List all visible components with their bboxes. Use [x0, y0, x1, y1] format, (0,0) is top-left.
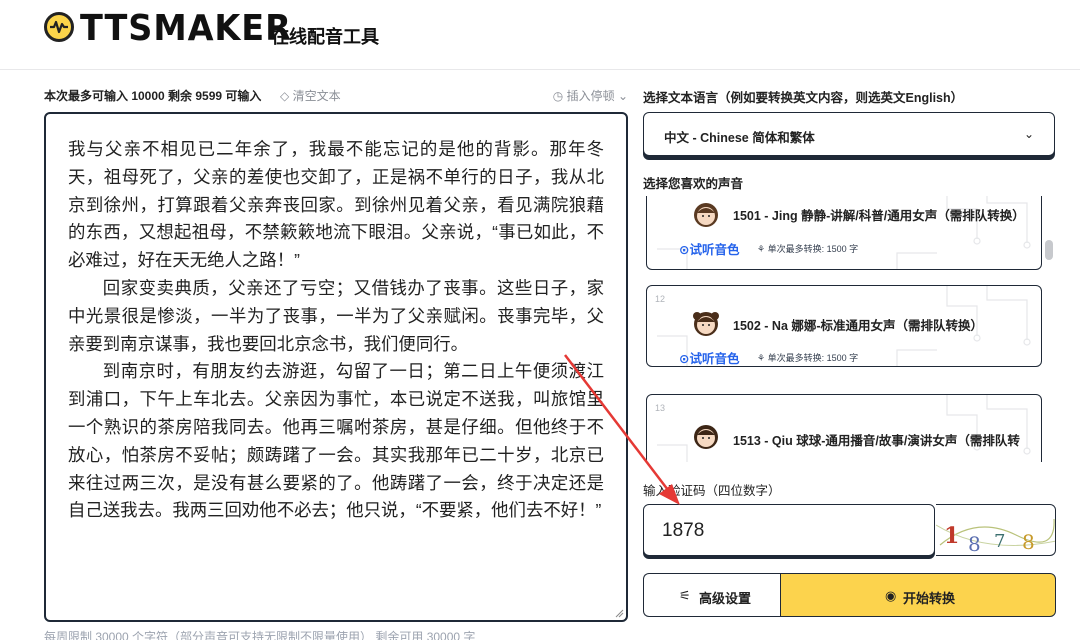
scrollbar-thumb[interactable]	[1045, 240, 1053, 260]
text-input-area[interactable]: 我与父亲不相见已二年余了，我最不能忘记的是他的背影。那年冬天，祖母死了，父亲的差…	[44, 112, 628, 622]
play-circle-icon: ◉	[885, 588, 897, 603]
chevron-down-icon: ⌄	[1023, 127, 1034, 141]
listen-button[interactable]: ⊙试听音色	[679, 239, 740, 258]
captcha-image[interactable]: 1 8 7 8	[936, 504, 1056, 556]
voice-limit: ⚘ 单次最多转换: 1500 字	[757, 244, 859, 254]
insert-pause-button[interactable]: ◷ 插入停顿 ⌄	[553, 87, 628, 104]
clear-text-label: 清空文本	[292, 89, 341, 103]
usage-note: 每周限制 30000 个字符（部分声音可支持无限制不限量使用） 剩余可用 300…	[44, 630, 476, 640]
listen-label: 试听音色	[689, 352, 740, 366]
eraser-icon: ◇	[280, 89, 290, 103]
app-header: TTSMAKER 在线配音工具	[0, 0, 1080, 70]
listen-label: 试听音色	[689, 243, 740, 257]
language-selected-value: 中文 - Chinese 简体和繁体	[664, 131, 815, 145]
play-circle-icon: ⊙	[679, 243, 690, 257]
char-counter: 本次最多可输入 10000 剩余 9599 可输入	[44, 89, 262, 103]
text-paragraph: 到南京时，有朋友约去游逛，勾留了一日；第二日上午便须渡江到浦口，下午上车北去。父…	[68, 361, 604, 521]
voice-card[interactable]: 12 1502 - Na 娜娜-标准通用女声（需排队转换） ⊙试听音色 ⚘ 单次…	[646, 285, 1042, 367]
logo-subtitle: 在线配音工具	[271, 27, 379, 47]
clock-icon: ◷	[552, 89, 564, 103]
logo-waveform-icon[interactable]	[44, 12, 74, 42]
logo-text[interactable]: TTSMAKER	[80, 8, 292, 49]
female-avatar-icon	[694, 203, 718, 227]
voice-label: 选择您喜欢的声音	[643, 177, 744, 191]
advanced-settings-button[interactable]: ⚟ 高级设置	[643, 573, 780, 617]
voice-limit-text: 单次最多转换: 1500 字	[767, 353, 859, 363]
female-avatar-icon	[694, 425, 718, 449]
voice-limit: ⚘ 单次最多转换: 1500 字	[757, 353, 859, 363]
editor-toolbar: 本次最多可输入 10000 剩余 9599 可输入 ◇ 清空文本 ◷ 插入停顿 …	[44, 87, 628, 103]
insert-pause-label: 插入停顿	[566, 89, 615, 103]
text-paragraph: 回家变卖典质，父亲还了亏空；又借钱办了丧事。这些日子，家中光景很是惨淡，一半为了…	[68, 277, 604, 354]
chevron-down-icon: ⌄	[617, 89, 628, 103]
svg-text:8: 8	[1022, 530, 1035, 554]
captcha-input[interactable]: 1878	[643, 504, 935, 556]
language-label: 选择文本语言（例如要转换英文内容，则选英文English）	[643, 91, 964, 105]
resize-handle-icon[interactable]	[614, 608, 624, 618]
voice-index: 13	[655, 403, 666, 413]
text-paragraph: 我与父亲不相见已二年余了，我最不能忘记的是他的背影。那年冬天，祖母死了，父亲的差…	[68, 139, 604, 271]
voice-name: 1502 - Na 娜娜-标准通用女声（需排队转换）	[733, 319, 984, 333]
voice-name: 1501 - Jing 静静-讲解/科普/通用女声（需排队转换）	[733, 209, 1025, 223]
clear-text-button[interactable]: ◇ 清空文本	[280, 87, 341, 104]
female-avatar-icon	[693, 312, 719, 336]
advanced-settings-label: 高级设置	[699, 591, 752, 606]
play-circle-icon: ⊙	[679, 352, 690, 366]
language-select[interactable]: 中文 - Chinese 简体和繁体 ⌄	[643, 112, 1055, 156]
voice-list-scrollbar[interactable]	[1045, 198, 1053, 460]
start-convert-label: 开始转换	[903, 591, 956, 606]
svg-text:1: 1	[944, 523, 959, 549]
svg-text:8: 8	[968, 532, 981, 556]
voice-index: 12	[655, 294, 666, 304]
sliders-icon: ⚟	[679, 588, 691, 603]
voice-card[interactable]: 13 1513 - Qiu 球球-通用播音/故事/演讲女声（需排队转	[646, 394, 1042, 462]
svg-text:7: 7	[994, 531, 1005, 552]
voice-limit-text: 单次最多转换: 1500 字	[767, 244, 859, 254]
start-convert-button[interactable]: ◉ 开始转换	[780, 573, 1056, 617]
voice-name: 1513 - Qiu 球球-通用播音/故事/演讲女声（需排队转	[733, 434, 1020, 448]
voice-list[interactable]: 1501 - Jing 静静-讲解/科普/通用女声（需排队转换） ⊙试听音色 ⚘…	[643, 196, 1057, 462]
captcha-label: 输入验证码（四位数字）	[643, 484, 781, 498]
listen-button[interactable]: ⊙试听音色	[679, 348, 740, 366]
voice-card[interactable]: 1501 - Jing 静静-讲解/科普/通用女声（需排队转换） ⊙试听音色 ⚘…	[646, 196, 1042, 270]
